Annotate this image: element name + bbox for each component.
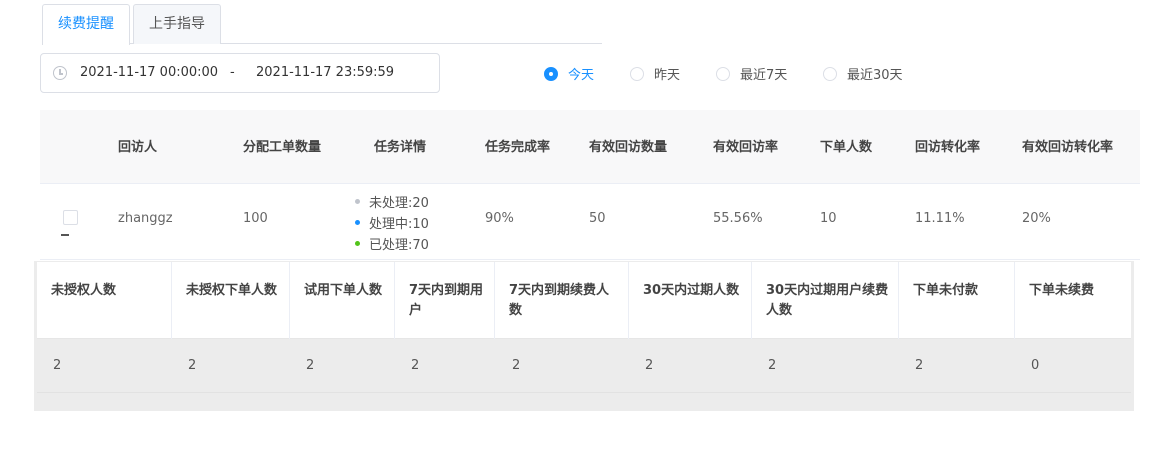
cell-expired-30d-renew: 2 bbox=[768, 358, 777, 373]
task-label: 已处理:70 bbox=[369, 238, 429, 253]
task-item-done: 已处理:70 bbox=[355, 235, 429, 256]
cell-valid-conversion-rate: 20% bbox=[1022, 211, 1051, 226]
renewal-detail-subtable: 未授权人数 未授权下单人数 试用下单人数 7天内到期用户 7天内到期续费人数 3… bbox=[34, 261, 1134, 411]
cell-valid-visits: 50 bbox=[589, 211, 606, 226]
radio-dot bbox=[544, 66, 558, 81]
header-assigned: 分配工单数量 bbox=[243, 140, 322, 155]
cell-unauthorized: 2 bbox=[53, 358, 62, 373]
cell-visitor: zhanggz bbox=[118, 211, 173, 226]
date-separator: - bbox=[230, 65, 235, 80]
cell-expired-30d: 2 bbox=[645, 358, 654, 373]
date-range-picker[interactable]: 2021-11-17 00:00:00 - 2021-11-17 23:59:5… bbox=[40, 53, 440, 93]
header-expire-7d-renew: 7天内到期续费人数 bbox=[495, 262, 629, 339]
cell-expire-7d: 2 bbox=[411, 358, 420, 373]
header-unauthorized: 未授权人数 bbox=[37, 262, 172, 339]
header-label: 7天内到期续费人数 bbox=[509, 283, 610, 318]
cell-unauthorized-orders: 2 bbox=[188, 358, 197, 373]
header-valid-conversion-rate: 有效回访转化率 bbox=[1022, 140, 1114, 155]
header-label: 未授权下单人数 bbox=[186, 283, 278, 298]
task-item-in-progress: 处理中:10 bbox=[355, 214, 429, 235]
header-valid-rate: 有效回访率 bbox=[713, 140, 779, 155]
header-label: 30天内过期用户续费人数 bbox=[766, 283, 889, 318]
header-expired-30d: 30天内过期人数 bbox=[629, 262, 752, 339]
table-row: zhanggz 100 未处理:20 处理中:10 已处理:70 90% 50 … bbox=[40, 184, 1140, 260]
radio-label: 今天 bbox=[568, 68, 595, 83]
visit-stats-table: 回访人 分配工单数量 任务详情 任务完成率 有效回访数量 有效回访率 下单人数 … bbox=[40, 110, 1140, 260]
radio-dot bbox=[823, 66, 837, 81]
radio-dot bbox=[716, 66, 730, 81]
header-expire-7d: 7天内到期用户 bbox=[395, 262, 495, 339]
clock-icon bbox=[53, 66, 67, 80]
expand-toggle-icon[interactable] bbox=[61, 234, 69, 236]
cell-not-renewed: 0 bbox=[1031, 358, 1040, 373]
radio-yesterday[interactable]: 昨天 bbox=[630, 64, 680, 83]
radio-label: 昨天 bbox=[654, 68, 681, 83]
radio-label: 最近30天 bbox=[847, 68, 903, 83]
date-end-input[interactable]: 2021-11-17 23:59:59 bbox=[256, 65, 394, 80]
tab-renewal-reminder[interactable]: 续费提醒 bbox=[42, 4, 130, 45]
header-label: 下单未付款 bbox=[913, 283, 979, 298]
cell-expire-7d-renew: 2 bbox=[512, 358, 521, 373]
header-not-renewed: 下单未续费 bbox=[1015, 262, 1131, 339]
cell-completion-rate: 90% bbox=[485, 211, 514, 226]
table-header: 回访人 分配工单数量 任务详情 任务完成率 有效回访数量 有效回访率 下单人数 … bbox=[40, 110, 1140, 184]
header-label: 30天内过期人数 bbox=[643, 283, 740, 298]
status-dot-icon bbox=[355, 241, 360, 246]
radio-dot bbox=[630, 66, 644, 81]
cell-trial-orders: 2 bbox=[306, 358, 315, 373]
header-label: 7天内到期用户 bbox=[409, 283, 484, 318]
cell-unpaid-orders: 2 bbox=[915, 358, 924, 373]
radio-label: 最近7天 bbox=[740, 68, 788, 83]
row-checkbox[interactable] bbox=[63, 210, 78, 225]
date-start-input[interactable]: 2021-11-17 00:00:00 bbox=[80, 65, 218, 80]
tab-bar: 续费提醒 上手指导 bbox=[42, 4, 602, 45]
task-label: 未处理:20 bbox=[369, 196, 429, 211]
cell-orders: 10 bbox=[820, 211, 837, 226]
header-label: 未授权人数 bbox=[51, 283, 117, 298]
header-orders: 下单人数 bbox=[820, 140, 873, 155]
header-label: 下单未续费 bbox=[1029, 283, 1095, 298]
header-unpaid-orders: 下单未付款 bbox=[899, 262, 1015, 339]
header-completion-rate: 任务完成率 bbox=[485, 140, 551, 155]
task-item-pending: 未处理:20 bbox=[355, 193, 429, 214]
status-dot-icon bbox=[355, 199, 360, 204]
radio-last-7-days[interactable]: 最近7天 bbox=[716, 64, 787, 83]
cell-assigned: 100 bbox=[243, 211, 268, 226]
header-conversion-rate: 回访转化率 bbox=[915, 140, 981, 155]
task-details-list: 未处理:20 处理中:10 已处理:70 bbox=[355, 193, 429, 256]
task-label: 处理中:10 bbox=[369, 217, 429, 232]
header-expired-30d-renew: 30天内过期用户续费人数 bbox=[752, 262, 899, 339]
status-dot-icon bbox=[355, 220, 360, 225]
cell-conversion-rate: 11.11% bbox=[915, 211, 965, 226]
header-label: 试用下单人数 bbox=[304, 283, 383, 298]
subtable-header: 未授权人数 未授权下单人数 试用下单人数 7天内到期用户 7天内到期续费人数 3… bbox=[37, 262, 1131, 339]
table-row: 2 2 2 2 2 2 2 2 0 bbox=[37, 339, 1131, 393]
header-visitor: 回访人 bbox=[118, 140, 158, 155]
header-valid-visits: 有效回访数量 bbox=[589, 140, 668, 155]
radio-last-30-days[interactable]: 最近30天 bbox=[823, 64, 903, 83]
tab-getting-started[interactable]: 上手指导 bbox=[133, 4, 221, 44]
radio-today[interactable]: 今天 bbox=[544, 64, 594, 83]
cell-valid-rate: 55.56% bbox=[713, 211, 763, 226]
header-task-details: 任务详情 bbox=[374, 140, 427, 155]
header-unauthorized-orders: 未授权下单人数 bbox=[172, 262, 290, 339]
header-trial-orders: 试用下单人数 bbox=[290, 262, 395, 339]
